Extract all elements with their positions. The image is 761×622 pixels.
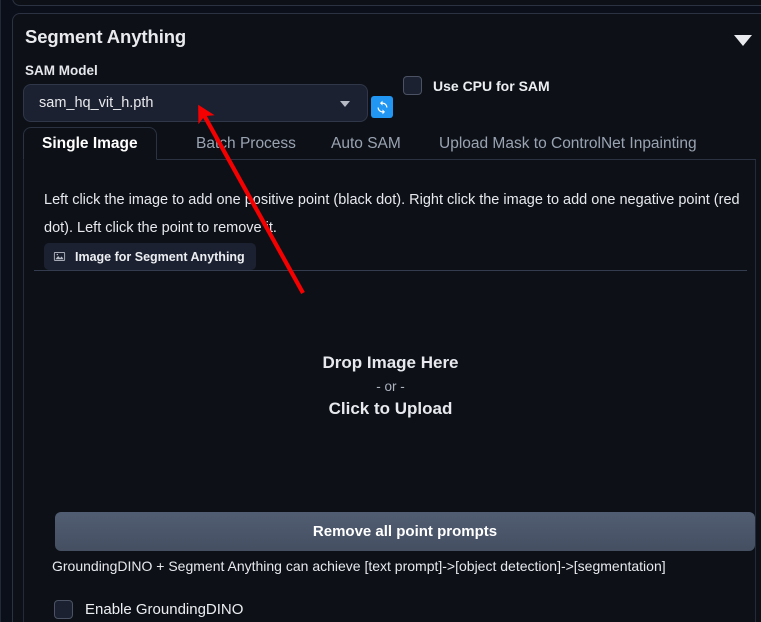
tab-label: Auto SAM [331, 134, 401, 152]
image-input-label: Image for Segment Anything [75, 249, 245, 264]
enable-groundingdino-label: Enable GroundingDINO [85, 601, 244, 618]
segment-anything-panel: Segment Anything SAM Model sam_hq_vit_h.… [12, 13, 761, 622]
page-left-gutter [0, 0, 1, 622]
panel-header: Segment Anything [25, 26, 760, 60]
refresh-models-button[interactable] [371, 96, 393, 118]
single-image-tab-panel: Left click the image to add one positive… [23, 160, 756, 622]
chevron-down-icon [340, 101, 350, 107]
dropzone-separator-text: - or - [376, 379, 405, 394]
enable-groundingdino-checkbox[interactable] [54, 600, 73, 619]
tab-auto-sam[interactable]: Auto SAM [313, 127, 419, 160]
previous-accordion-panel [12, 0, 761, 6]
image-dropzone[interactable]: Drop Image Here - or - Click to Upload [34, 270, 747, 501]
use-cpu-checkbox[interactable] [403, 76, 422, 95]
tab-batch-process[interactable]: Batch Process [178, 127, 314, 160]
triangle-down-icon[interactable] [734, 35, 752, 46]
page-title: Segment Anything [25, 26, 187, 47]
tab-label: Upload Mask to ControlNet Inpainting [439, 134, 697, 152]
image-input-label-chip: Image for Segment Anything [44, 243, 256, 270]
enable-groundingdino-row[interactable]: Enable GroundingDINO [54, 600, 243, 619]
app-root: Segment Anything SAM Model sam_hq_vit_h.… [0, 0, 761, 622]
tab-label: Batch Process [196, 134, 296, 152]
tab-single-image[interactable]: Single Image [23, 127, 157, 160]
tab-upload-mask-to-controlnet-inpainting[interactable]: Upload Mask to ControlNet Inpainting [421, 127, 715, 160]
point-prompt-instructions: Left click the image to add one positive… [44, 192, 740, 236]
use-cpu-checkbox-row[interactable]: Use CPU for SAM [403, 76, 550, 95]
sam-model-label: SAM Model [25, 63, 98, 78]
groundingdino-description: GroundingDINO + Segment Anything can ach… [52, 558, 666, 574]
refresh-icon [377, 100, 387, 114]
dropzone-primary-text: Drop Image Here [322, 353, 459, 372]
dropzone-upload-link[interactable]: Click to Upload [329, 399, 453, 419]
remove-all-point-prompts-button[interactable]: Remove all point prompts [55, 512, 755, 551]
sam-model-selected-value: sam_hq_vit_h.pth [39, 95, 154, 111]
tab-bar: Single Image Batch Process Auto SAM Uplo… [23, 127, 756, 160]
sam-model-dropdown[interactable]: sam_hq_vit_h.pth [23, 84, 368, 122]
use-cpu-label: Use CPU for SAM [433, 77, 550, 94]
image-icon [53, 252, 66, 261]
tab-label: Single Image [42, 134, 138, 152]
